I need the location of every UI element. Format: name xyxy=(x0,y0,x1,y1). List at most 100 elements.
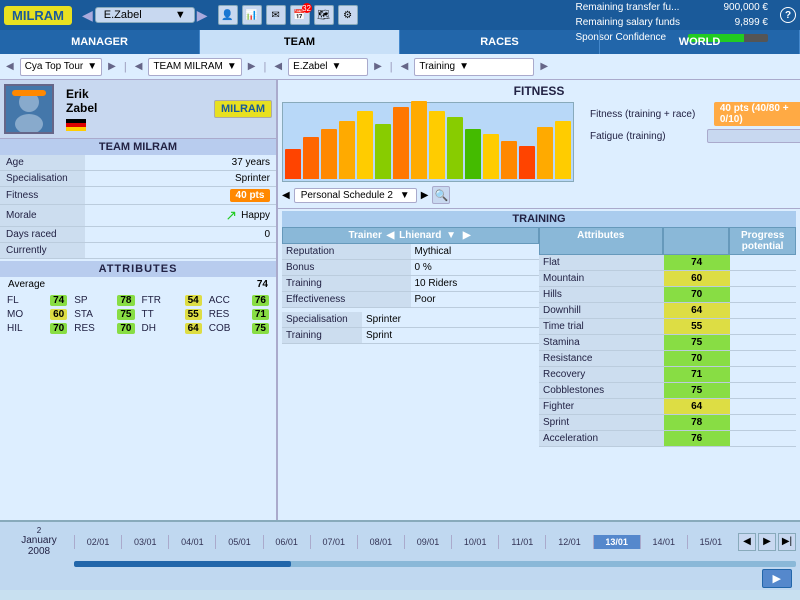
schedule-dropdown[interactable]: Personal Schedule 2 ▼ xyxy=(294,188,417,203)
rider-dropdown-arrow[interactable]: ▼ xyxy=(332,61,342,72)
attr-resistance-val: 70 xyxy=(664,351,730,366)
morale-label: Morale xyxy=(0,205,85,227)
date-1401[interactable]: 14/01 xyxy=(640,535,687,549)
spec-label2: Specialisation xyxy=(282,312,362,327)
date-1001[interactable]: 10/01 xyxy=(451,535,498,549)
view-dropdown-arrow[interactable]: ▼ xyxy=(459,61,469,72)
days-label: Days raced xyxy=(0,227,85,243)
date-0301[interactable]: 03/01 xyxy=(121,535,168,549)
reputation-row: Reputation Mythical xyxy=(282,244,539,260)
manager-prev-arrow[interactable]: ◀ xyxy=(82,7,93,24)
schedule-row: ◀ Personal Schedule 2 ▼ ▶ 🔍 xyxy=(282,186,796,204)
tour-dropdown-arrow[interactable]: ▼ xyxy=(87,61,97,72)
training2-val: Sprint xyxy=(362,328,539,343)
date-1501[interactable]: 15/01 xyxy=(687,535,734,549)
attr-timetrial-name: Time trial xyxy=(539,319,664,334)
rider-dropdown[interactable]: E.Zabel ▼ xyxy=(288,58,368,76)
date-0801[interactable]: 08/01 xyxy=(357,535,404,549)
trainer-prev-arrow[interactable]: ◀ xyxy=(387,230,395,241)
fitness-fatigue-label: Fatigue (training) xyxy=(590,131,703,142)
main-content: Erik Zabel MILRAM TEAM MILRAM Age 37 yea… xyxy=(0,80,800,520)
timeline-end-btn[interactable]: ▶| xyxy=(778,533,796,551)
schedule-prev-arrow[interactable]: ◀ xyxy=(282,190,290,201)
spec-row2: Specialisation Sprinter xyxy=(282,312,539,328)
trainer-header-row: Trainer ◀ Lhienard ▼ ▶ xyxy=(282,227,539,244)
attr-tt: TT55 xyxy=(139,308,205,321)
attr-flat-name: Flat xyxy=(539,255,664,270)
age-val: 37 years xyxy=(85,155,276,171)
tab-team[interactable]: TEAM xyxy=(200,30,400,54)
transfer-value: 900,000 € xyxy=(684,0,772,15)
tab-manager[interactable]: MANAGER xyxy=(0,30,200,54)
date-1301[interactable]: 13/01 xyxy=(593,535,640,549)
attr-mo: MO60 xyxy=(4,308,70,321)
icon-profile[interactable]: 👤 xyxy=(218,5,238,25)
magnifier-button[interactable]: 🔍 xyxy=(432,186,450,204)
view-next-arrow[interactable]: ▶ xyxy=(540,61,548,72)
effectiveness-val: Poor xyxy=(411,292,540,307)
view-prev-arrow[interactable]: ◀ xyxy=(401,61,409,72)
view-dropdown[interactable]: Training ▼ xyxy=(414,58,534,76)
icon-mail[interactable]: ✉ xyxy=(266,5,286,25)
attr-timetrial-row: Time trial 55 xyxy=(539,319,796,335)
manager-next-arrow[interactable]: ▶ xyxy=(197,7,208,24)
fitness-val: 40 pts xyxy=(85,187,276,205)
tour-next-arrow[interactable]: ▶ xyxy=(108,61,116,72)
timeline-next-btn[interactable]: ▶ xyxy=(758,533,776,551)
trainer-info: Trainer ◀ Lhienard ▼ ▶ Reputation Mythic… xyxy=(282,227,539,447)
bonus-row: Bonus 0 % xyxy=(282,260,539,276)
sep2: | xyxy=(264,61,267,73)
team-prev-arrow[interactable]: ◀ xyxy=(135,61,143,72)
attr-stamina-val: 75 xyxy=(664,335,730,350)
icon-map[interactable]: 🗺 xyxy=(314,5,334,25)
manager-name-bar[interactable]: E.Zabel ▼ xyxy=(95,7,195,23)
rider-prev-arrow[interactable]: ◀ xyxy=(274,61,282,72)
date-1201[interactable]: 12/01 xyxy=(545,535,592,549)
tab-world[interactable]: WORLD xyxy=(600,30,800,54)
timeline-prev-btn[interactable]: ◀ xyxy=(738,533,756,551)
rider-next-arrow[interactable]: ▶ xyxy=(374,61,382,72)
attr-right-header-row: Attributes Progress potential xyxy=(539,227,796,255)
icon-settings[interactable]: ⚙ xyxy=(338,5,358,25)
date-0401[interactable]: 04/01 xyxy=(168,535,215,549)
bar-7 xyxy=(393,107,409,179)
date-0701[interactable]: 07/01 xyxy=(310,535,357,549)
team-dropdown[interactable]: TEAM MILRAM ▼ xyxy=(148,58,241,76)
tour-dropdown[interactable]: Cya Top Tour ▼ xyxy=(20,58,102,76)
milram-badge: MILRAM xyxy=(214,100,272,118)
training2-row: Training Sprint xyxy=(282,328,539,344)
spec-val: Sprinter xyxy=(85,171,276,187)
play-button[interactable]: ▶ xyxy=(762,569,792,588)
help-button[interactable]: ? xyxy=(780,7,796,23)
team-next-arrow[interactable]: ▶ xyxy=(248,61,256,72)
bar-16 xyxy=(555,121,571,179)
date-0601[interactable]: 06/01 xyxy=(263,535,310,549)
schedule-label: Personal Schedule 2 xyxy=(301,190,393,201)
trainer-dropdown-arrow[interactable]: ▼ xyxy=(446,230,456,241)
sep3: | xyxy=(390,61,393,73)
attr-recovery-name: Recovery xyxy=(539,367,664,382)
attr-accel-val: 76 xyxy=(664,431,730,446)
icon-calendar[interactable]: 📅32 xyxy=(290,5,310,25)
schedule-next-arrow[interactable]: ▶ xyxy=(421,190,429,201)
reputation-val: Mythical xyxy=(411,244,540,259)
tab-races[interactable]: RACES xyxy=(400,30,600,54)
schedule-dropdown-arrow[interactable]: ▼ xyxy=(400,190,410,201)
attr-cobblestones-name: Cobblestones xyxy=(539,383,664,398)
training-riders-label: Training xyxy=(282,276,411,291)
attr-flat-row: Flat 74 xyxy=(539,255,796,271)
trainer-next-arrow[interactable]: ▶ xyxy=(463,230,471,241)
bar-3 xyxy=(321,129,337,179)
team-dropdown-arrow[interactable]: ▼ xyxy=(227,61,237,72)
fatigue-bar-container xyxy=(707,129,800,143)
date-0501[interactable]: 05/01 xyxy=(215,535,262,549)
manager-dropdown-arrow[interactable]: ▼ xyxy=(175,9,186,21)
team-logo-right: MILRAM xyxy=(214,100,272,118)
attr-mountain-val: 60 xyxy=(664,271,730,286)
tour-prev-arrow[interactable]: ◀ xyxy=(6,61,14,72)
morale-text: Happy xyxy=(241,210,270,221)
date-0901[interactable]: 09/01 xyxy=(404,535,451,549)
date-1101[interactable]: 11/01 xyxy=(498,535,545,549)
icon-stats[interactable]: 📊 xyxy=(242,5,262,25)
date-0201[interactable]: 02/01 xyxy=(74,535,121,549)
